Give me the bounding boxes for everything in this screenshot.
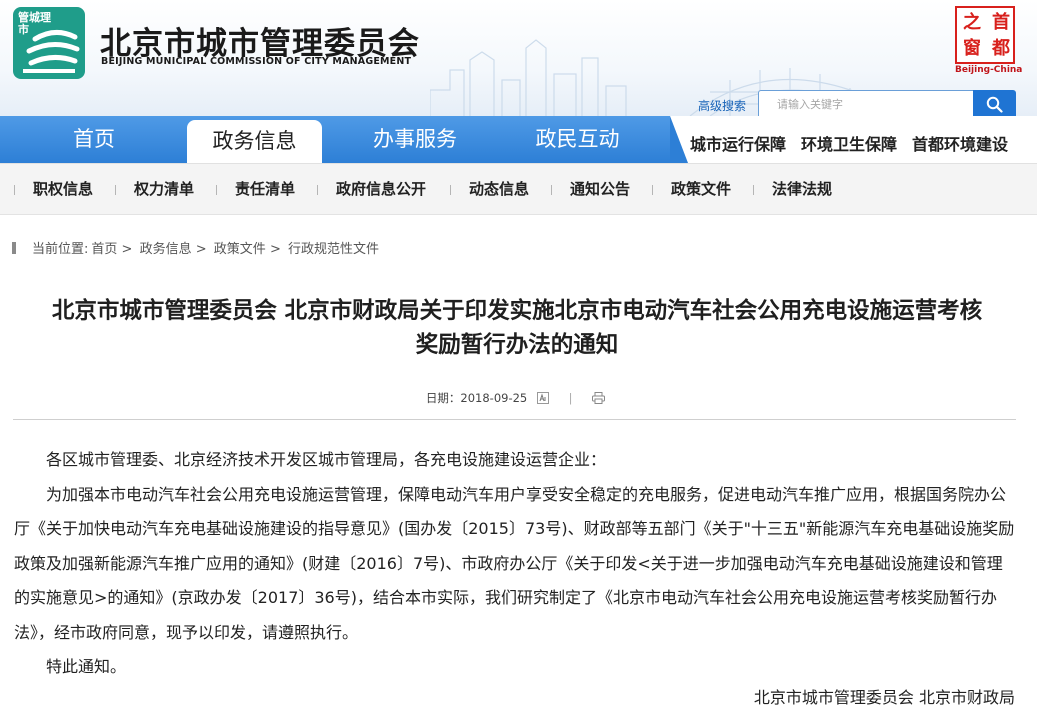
article-title-line: 奖励暂行办法的通知 — [415, 332, 619, 358]
sub-nav-item[interactable]: 通知公告 — [570, 164, 630, 216]
breadcrumb-link-home[interactable]: 首页 — [91, 242, 117, 257]
sub-nav: 职权信息 权力清单 责任清单 政府信息公开 动态信息 通知公告 政策文件 法律法… — [0, 163, 1037, 215]
seal-glyph: 首 — [992, 12, 1010, 33]
article-closing: 特此通知。 — [46, 657, 127, 676]
breadcrumb: 当前位置: 首页 > 政务信息 > 政策文件 > 行政规范性文件 — [12, 238, 379, 257]
sub-nav-item[interactable]: 法律法规 — [772, 164, 832, 216]
seal-glyph: 之 — [963, 12, 981, 33]
sub-nav-separator — [317, 185, 318, 195]
nav-item-interaction[interactable]: 政民互动 — [500, 116, 655, 163]
capital-window-seal[interactable]: 首 都 之 窗 — [955, 6, 1015, 64]
breadcrumb-separator: > — [121, 242, 133, 257]
nav-link-environment[interactable]: 首都环境建设 — [912, 116, 1008, 163]
article-title-line: 北京市城市管理委员会 北京市财政局关于印发实施北京市电动汽车社会公用充电设施运营… — [51, 298, 983, 324]
sub-nav-separator — [115, 185, 116, 195]
breadcrumb-separator: > — [195, 242, 207, 257]
main-nav: 首页 政务信息 办事服务 政民互动 城市运行保障 环境卫生保障 首都环境建设 — [0, 116, 1037, 167]
article-title: 北京市城市管理委员会 北京市财政局关于印发实施北京市电动汽车社会公用充电设施运营… — [12, 294, 1022, 362]
sub-nav-separator — [14, 185, 15, 195]
breadcrumb-marker-icon — [12, 242, 16, 254]
search-button[interactable] — [973, 90, 1016, 116]
nav-item-services[interactable]: 办事服务 — [340, 116, 490, 163]
print-icon[interactable] — [592, 392, 606, 404]
publish-date: 2018-09-25 — [460, 391, 528, 405]
site-header: 管城理市 北京市城市管理委员会 BEIJING MUNICIPAL COMMIS… — [0, 0, 1037, 116]
meta-separator: | — [568, 391, 573, 405]
nav-item-gov-info[interactable]: 政务信息 — [187, 120, 322, 167]
nav-link-sanitation[interactable]: 环境卫生保障 — [801, 116, 897, 163]
font-size-icon[interactable] — [536, 392, 549, 404]
article-signature: 北京市城市管理委员会 北京市财政局 — [753, 688, 1015, 707]
site-logo[interactable]: 管城理市 — [13, 7, 85, 79]
site-title-english: BEIJING MUNICIPAL COMMISSION OF CITY MAN… — [101, 56, 412, 67]
nav-item-home[interactable]: 首页 — [14, 116, 174, 163]
seal-caption: Beijing-China — [955, 65, 1023, 75]
sub-nav-separator — [216, 185, 217, 195]
breadcrumb-link-policy[interactable]: 政策文件 — [214, 242, 266, 257]
sub-nav-item[interactable]: 政策文件 — [671, 164, 731, 216]
article-salutation: 各区城市管理委、北京经济技术开发区城市管理局，各充电设施建设运营企业： — [46, 450, 607, 469]
search-input[interactable] — [758, 90, 974, 116]
breadcrumb-link-gov-info[interactable]: 政务信息 — [140, 242, 192, 257]
breadcrumb-prefix: 当前位置: — [32, 242, 89, 257]
breadcrumb-link-normative[interactable]: 行政规范性文件 — [288, 242, 379, 257]
sub-nav-item[interactable]: 权力清单 — [134, 164, 194, 216]
article-meta: 日期：2018-09-25 | — [0, 390, 1037, 406]
date-label: 日期： — [425, 391, 461, 405]
sub-nav-separator — [551, 185, 552, 195]
article-divider — [13, 419, 1016, 420]
sub-nav-separator — [450, 185, 451, 195]
seal-glyph: 窗 — [963, 38, 981, 59]
sub-nav-separator — [753, 185, 754, 195]
seal-glyph: 都 — [992, 38, 1010, 59]
sub-nav-item[interactable]: 责任清单 — [235, 164, 295, 216]
logo-mark-icon — [23, 30, 80, 73]
sub-nav-separator — [652, 185, 653, 195]
advanced-search-link[interactable]: 高级搜索 — [698, 97, 746, 114]
search-icon — [986, 96, 1003, 113]
article-body: 各区城市管理委、北京经济技术开发区城市管理局，各充电设施建设运营企业： 为加强本… — [14, 443, 1017, 685]
breadcrumb-separator: > — [269, 242, 281, 257]
sub-nav-item[interactable]: 职权信息 — [33, 164, 93, 216]
sub-nav-item[interactable]: 政府信息公开 — [336, 164, 426, 216]
article-paragraph: 为加强本市电动汽车社会公用充电设施运营管理，保障电动汽车用户享受安全稳定的充电服… — [14, 484, 1015, 642]
nav-link-city-operation[interactable]: 城市运行保障 — [690, 116, 786, 163]
sub-nav-item[interactable]: 动态信息 — [469, 164, 529, 216]
